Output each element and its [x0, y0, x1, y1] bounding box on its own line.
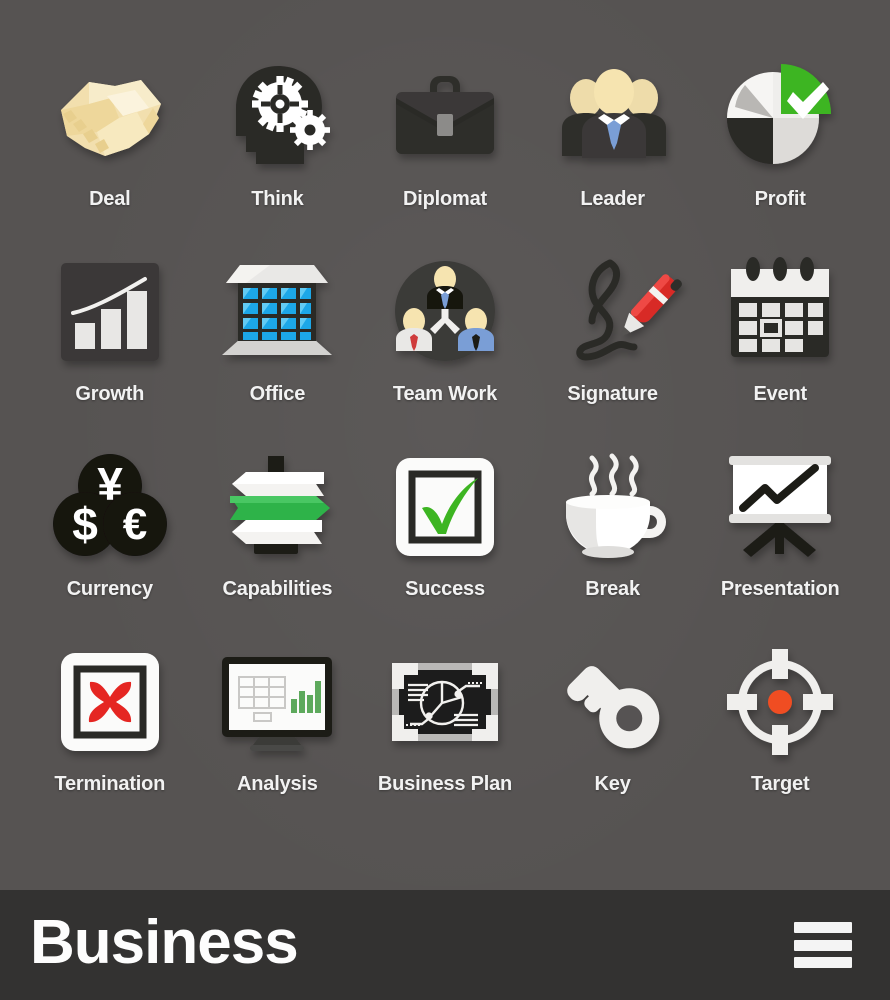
icon-label: Deal: [89, 188, 131, 210]
icon-cell-business-plan[interactable]: Business Plan: [361, 637, 529, 832]
icon-label: Key: [594, 773, 631, 795]
icon-label: Think: [251, 188, 304, 210]
icon-cell-event[interactable]: Event: [696, 247, 864, 442]
hamburger-menu-icon[interactable]: [794, 922, 852, 968]
checkbox-cross-icon: [45, 637, 175, 767]
icon-label: Target: [750, 773, 810, 795]
handshake-icon: [45, 52, 175, 182]
monitor-chart-icon: [212, 637, 342, 767]
icon-cell-termination[interactable]: Termination: [26, 637, 194, 832]
currency-coins-icon: ¥ $ €: [45, 442, 175, 572]
icon-label: Business Plan: [377, 773, 513, 795]
icon-cell-deal[interactable]: Deal: [26, 52, 194, 247]
icon-label: Growth: [75, 383, 145, 405]
icon-cell-signature[interactable]: Signature: [529, 247, 697, 442]
svg-text:€: €: [123, 500, 147, 549]
icon-cell-capabilities[interactable]: Capabilities: [194, 442, 362, 637]
page-title: Business: [30, 908, 299, 977]
icon-cell-target[interactable]: Target: [696, 637, 864, 832]
icon-label: Leader: [580, 188, 645, 210]
icon-label: Diplomat: [403, 188, 487, 210]
icon-label: Currency: [66, 578, 153, 600]
pie-chart-check-icon: [715, 52, 845, 182]
team-hierarchy-icon: [380, 247, 510, 377]
coffee-cup-icon: [548, 442, 678, 572]
pen-signature-icon: [548, 247, 682, 377]
icon-cell-office[interactable]: Office: [194, 247, 362, 442]
menu-bar-1: [794, 922, 852, 933]
footer-bar: Business: [0, 890, 890, 1000]
icon-cell-profit[interactable]: Profit: [696, 52, 864, 247]
icon-label: Analysis: [237, 773, 318, 795]
icon-cell-presentation[interactable]: Presentation: [696, 442, 864, 637]
icon-label: Presentation: [720, 578, 840, 600]
icon-cell-diplomat[interactable]: Diplomat: [361, 52, 529, 247]
calendar-icon: [715, 247, 845, 377]
icon-label: Office: [249, 383, 306, 405]
icon-label: Team Work: [392, 383, 498, 405]
icon-label: Break: [585, 578, 640, 600]
signpost-icon: [212, 442, 342, 572]
icon-cell-team-work[interactable]: Team Work: [361, 247, 529, 442]
icon-label: Success: [405, 578, 485, 600]
office-building-icon: [212, 247, 342, 377]
presentation-screen-icon: [715, 442, 845, 572]
icon-label: Event: [753, 383, 807, 405]
icon-set-page: Deal Think Diplomat Leader Profit Growth…: [0, 0, 890, 1000]
checkbox-tick-icon: [380, 442, 510, 572]
icon-cell-break[interactable]: Break: [529, 442, 697, 637]
icon-cell-think[interactable]: Think: [194, 52, 362, 247]
icon-cell-key[interactable]: Key: [529, 637, 697, 832]
crosshair-target-icon: [715, 637, 845, 767]
icon-cell-leader[interactable]: Leader: [529, 52, 697, 247]
svg-text:¥: ¥: [97, 458, 123, 510]
menu-bar-2: [794, 939, 852, 951]
business-people-icon: [548, 52, 678, 182]
icon-cell-growth[interactable]: Growth: [26, 247, 194, 442]
briefcase-icon: [380, 52, 510, 182]
menu-bar-3: [794, 957, 852, 968]
svg-text:$: $: [72, 498, 98, 550]
icon-cell-success[interactable]: Success: [361, 442, 529, 637]
bar-chart-trend-icon: [45, 247, 175, 377]
icon-label: Capabilities: [222, 578, 333, 600]
icon-cell-analysis[interactable]: Analysis: [194, 637, 362, 832]
icon-grid: Deal Think Diplomat Leader Profit Growth…: [0, 0, 890, 832]
key-icon: [548, 637, 678, 767]
head-gears-icon: [212, 52, 342, 182]
icon-label: Termination: [54, 773, 166, 795]
icon-cell-currency[interactable]: ¥ $ € Currency: [26, 442, 194, 637]
icon-label: Profit: [754, 188, 806, 210]
icon-label: Signature: [567, 383, 658, 405]
blackboard-pie-icon: [380, 637, 510, 767]
